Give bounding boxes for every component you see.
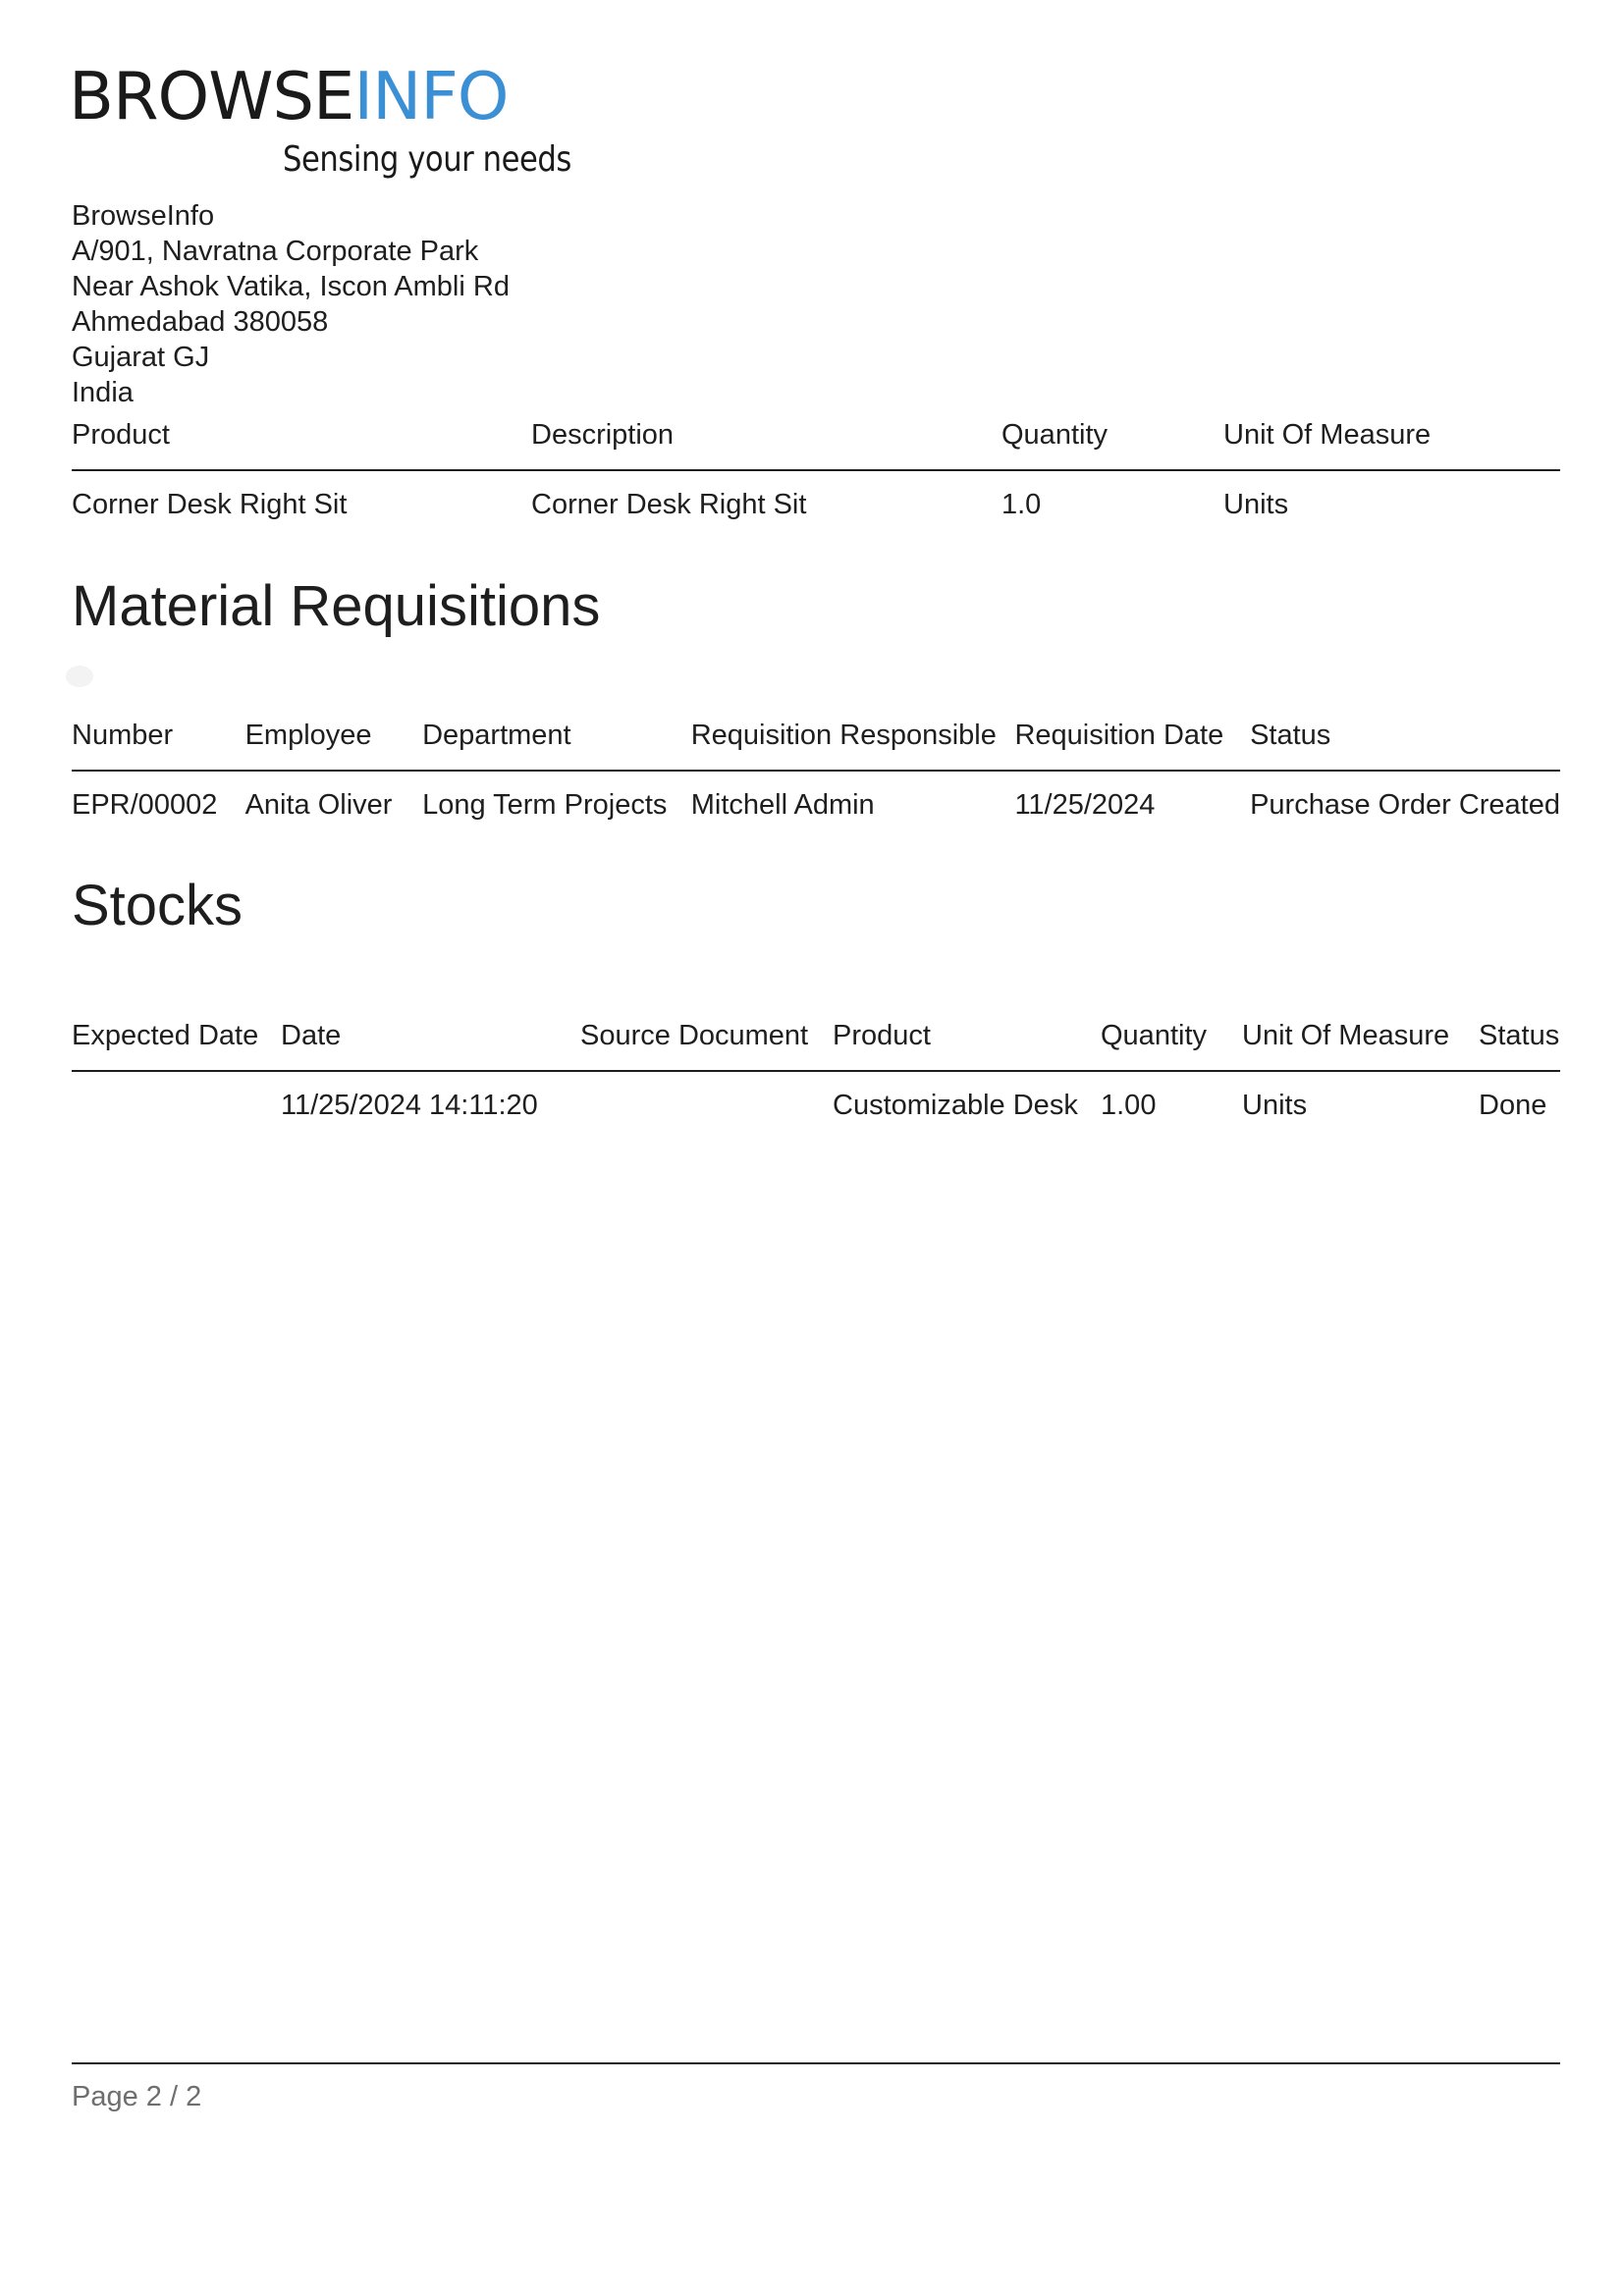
page-number: Page 2 / 2 [72, 2081, 202, 2112]
table-cell: Customizable Desk [833, 1090, 1078, 1121]
table-cell: Corner Desk Right Sit [72, 489, 348, 520]
table-cell: Long Term Projects [422, 789, 668, 821]
address-line: Near Ashok Vatika, Iscon Ambli Rd [72, 271, 510, 302]
column-header: Unit Of Measure [1223, 419, 1560, 471]
column-header: Unit Of Measure [1242, 1020, 1479, 1072]
report-page: BROWSEINFO Sensing your needs BrowseInfo… [66, 0, 1560, 2296]
table-cell: 1.00 [1101, 1090, 1157, 1121]
table-cell: Purchase Order Created [1250, 789, 1560, 821]
column-header: Status [1479, 1020, 1560, 1072]
section-title-stocks: Stocks [72, 874, 243, 937]
company-name: BrowseInfo [72, 200, 215, 232]
table-header-row: Number Employee Department Requisition R… [72, 720, 1560, 772]
column-header: Requisition Responsible [690, 720, 1015, 772]
address-line: Gujarat GJ [72, 342, 210, 373]
column-header: Number [72, 720, 245, 772]
table-row: Corner Desk Right Sit Corner Desk Right … [72, 470, 1560, 521]
logo-word-browse: BROWSE [69, 58, 354, 134]
address-line: India [72, 377, 134, 408]
table-cell: Units [1242, 1090, 1308, 1121]
table-header-row: Expected Date Date Source Document Produ… [72, 1020, 1560, 1072]
faint-mark [66, 666, 93, 687]
address-line: Ahmedabad 380058 [72, 306, 329, 338]
table-cell: Corner Desk Right Sit [531, 489, 807, 520]
table-header-row: Product Description Quantity Unit Of Mea… [72, 419, 1560, 471]
logo-tagline: Sensing your needs [283, 139, 571, 180]
table-cell: Mitchell Admin [690, 789, 875, 821]
table-cell: 11/25/2024 [1014, 789, 1156, 821]
table-cell: Units [1223, 489, 1289, 520]
table-cell: 1.0 [1001, 489, 1042, 520]
section-title-requisitions: Material Requisitions [72, 574, 601, 638]
table-cell: Done [1479, 1090, 1547, 1121]
table-cell [72, 1071, 281, 1122]
requisitions-table: Number Employee Department Requisition R… [72, 720, 1560, 822]
column-header: Description [531, 419, 1001, 471]
column-header: Requisition Date [1014, 720, 1251, 772]
logo-wordmark: BROWSEINFO [69, 58, 510, 134]
footer-divider [72, 2062, 1560, 2064]
table-row: 11/25/2024 14:11:20 Customizable Desk 1.… [72, 1071, 1560, 1122]
column-header: Expected Date [72, 1020, 281, 1072]
column-header: Department [422, 720, 691, 772]
table-cell: Anita Oliver [244, 789, 393, 821]
company-logo: BROWSEINFO Sensing your needs [69, 58, 571, 188]
products-table: Product Description Quantity Unit Of Mea… [72, 419, 1560, 521]
table-cell: EPR/00002 [72, 789, 218, 821]
stocks-table: Expected Date Date Source Document Produ… [72, 1020, 1560, 1122]
column-header: Employee [244, 720, 423, 772]
column-header: Date [281, 1020, 580, 1072]
table-cell [580, 1071, 833, 1122]
address-line: A/901, Navratna Corporate Park [72, 236, 479, 267]
column-header: Quantity [1101, 1020, 1242, 1072]
table-row: EPR/00002 Anita Oliver Long Term Project… [72, 771, 1560, 822]
column-header: Source Document [580, 1020, 833, 1072]
column-header: Status [1250, 720, 1560, 772]
column-header: Product [72, 419, 531, 471]
company-address: BrowseInfo A/901, Navratna Corporate Par… [72, 198, 510, 410]
column-header: Product [833, 1020, 1101, 1072]
logo-word-info: INFO [353, 58, 509, 134]
column-header: Quantity [1001, 419, 1223, 471]
table-cell: 11/25/2024 14:11:20 [281, 1090, 538, 1121]
